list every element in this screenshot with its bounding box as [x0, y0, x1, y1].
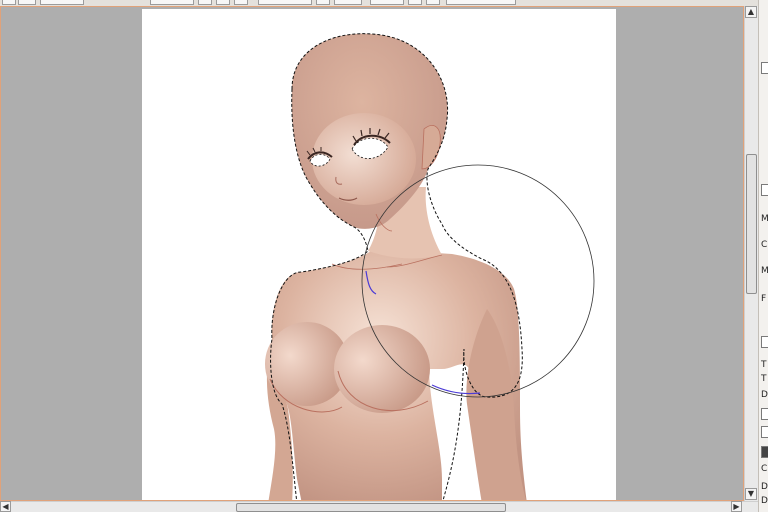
- panel-label: M: [761, 266, 768, 276]
- ear: [421, 125, 441, 170]
- panel-label: C: [761, 464, 768, 474]
- toolbar-button[interactable]: [334, 0, 362, 5]
- drawing-canvas[interactable]: [142, 9, 616, 500]
- horizontal-scrollbar[interactable]: ◀ ▶: [0, 501, 758, 512]
- panel-label: T: [761, 374, 767, 384]
- panel-label: F: [761, 294, 767, 304]
- toolbar-button[interactable]: [18, 0, 36, 5]
- toolbar-field[interactable]: [258, 0, 312, 5]
- toolbar-button[interactable]: [216, 0, 230, 5]
- panel-button[interactable]: [761, 336, 768, 348]
- scroll-right-arrow-icon[interactable]: ▶: [731, 501, 742, 512]
- panel-field[interactable]: [761, 408, 768, 420]
- scroll-up-arrow-icon[interactable]: ▲: [745, 6, 757, 18]
- panel-checkbox[interactable]: [761, 446, 768, 458]
- panel-field[interactable]: [761, 184, 768, 196]
- vertical-scroll-thumb[interactable]: [746, 154, 757, 294]
- panel-label: M: [761, 214, 768, 224]
- toolbar-field[interactable]: [370, 0, 404, 5]
- panel-swatch[interactable]: [761, 62, 768, 74]
- panel-label: D: [761, 390, 768, 400]
- artwork: [265, 33, 595, 500]
- toolbar-button[interactable]: [2, 0, 16, 5]
- panel-label: C: [761, 240, 768, 250]
- panel-label: T: [761, 360, 767, 370]
- toolbar-dropdown[interactable]: [40, 0, 84, 5]
- toolbar-button[interactable]: [408, 0, 422, 5]
- panel-field[interactable]: [761, 426, 768, 438]
- toolbar-field[interactable]: [446, 0, 516, 5]
- breast-right: [334, 325, 430, 413]
- side-panel: M C M F T T D C D D: [758, 0, 768, 512]
- vertical-scrollbar[interactable]: ▲ ▼: [744, 6, 758, 501]
- scroll-left-arrow-icon[interactable]: ◀: [0, 501, 11, 512]
- panel-label: D: [761, 482, 768, 492]
- toolbar-button[interactable]: [426, 0, 440, 5]
- horizontal-scroll-thumb[interactable]: [236, 503, 506, 512]
- scroll-down-arrow-icon[interactable]: ▼: [745, 488, 757, 500]
- toolbar-button[interactable]: [198, 0, 212, 5]
- canvas-window: [0, 6, 744, 501]
- panel-label: D: [761, 496, 768, 506]
- toolbar-button[interactable]: [316, 0, 330, 5]
- toolbar-button[interactable]: [234, 0, 248, 5]
- toolbar-dropdown[interactable]: [150, 0, 194, 5]
